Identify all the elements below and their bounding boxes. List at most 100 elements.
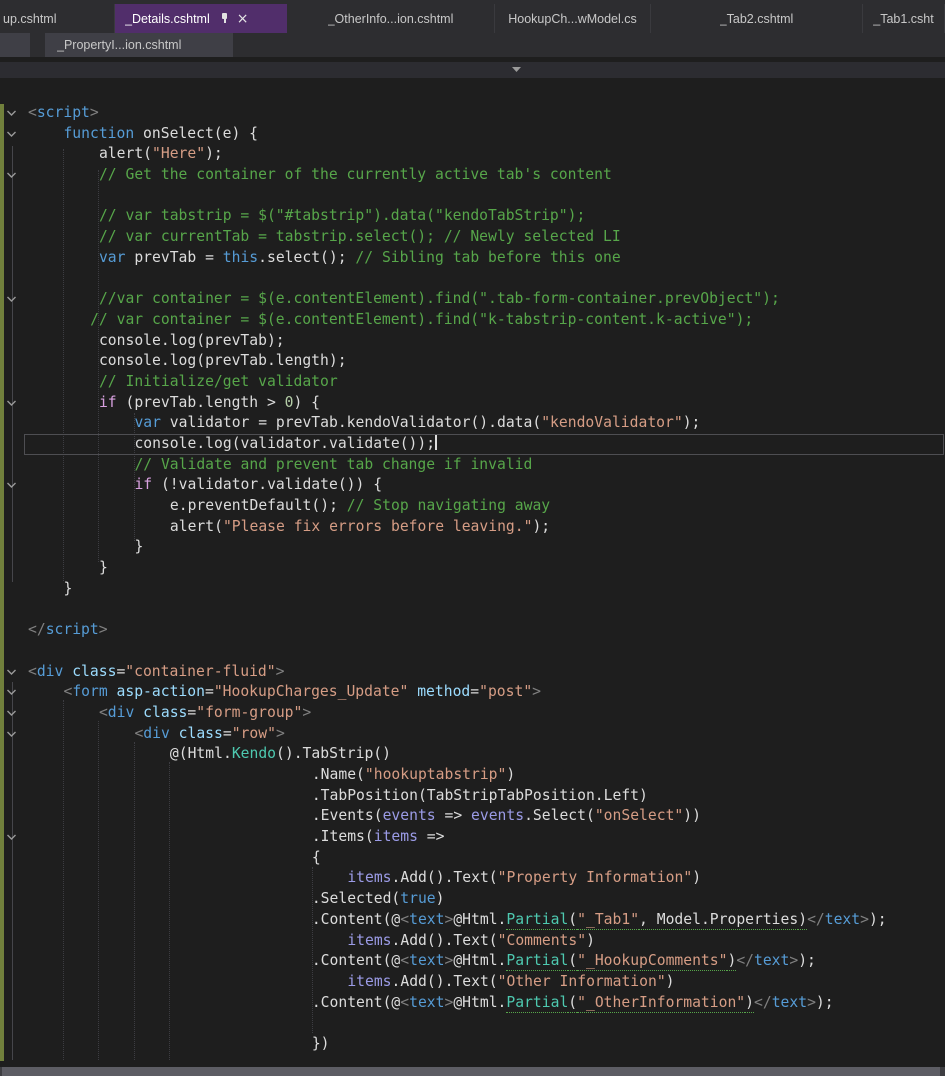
- code-token: >: [532, 683, 542, 701]
- code-token: items: [373, 828, 418, 846]
- code-line[interactable]: // var currentTab = tabstrip.select(); /…: [0, 227, 945, 248]
- code-line[interactable]: <script>: [0, 103, 945, 124]
- code-token: }): [311, 1034, 330, 1052]
- code-line[interactable]: console.log(prevTab);: [0, 331, 945, 352]
- code-line[interactable]: //var container = $(e.contentElement).fi…: [0, 289, 945, 310]
- code-line[interactable]: .Events(events => events.Select("onSelec…: [0, 806, 945, 827]
- pin-icon[interactable]: [219, 12, 230, 25]
- code-line[interactable]: @(Html.Kendo().TabStrip(): [0, 744, 945, 765]
- code-line[interactable]: items.Add().Text("Comments"): [0, 931, 945, 952]
- code-line[interactable]: if (prevTab.length > 0) {: [0, 393, 945, 414]
- doc-tab-up-cshtml[interactable]: up.cshtml: [0, 4, 115, 33]
- tab-label: _Tab2.cshtml: [719, 11, 794, 26]
- code-line[interactable]: .Name("hookuptabstrip"): [0, 765, 945, 786]
- code-token: </: [736, 952, 754, 970]
- code-line[interactable]: .Content(@<text>@Html.Partial("_OtherInf…: [0, 993, 945, 1014]
- code-line[interactable]: var prevTab = this.select(); // Sibling …: [0, 248, 945, 269]
- code-line[interactable]: items.Add().Text("Other Information"): [0, 972, 945, 993]
- code-token: // var container = $(e.contentElement).f…: [90, 310, 754, 328]
- doc-tab-tab1-csht[interactable]: _Tab1.csht: [863, 4, 945, 33]
- fold-chevron-icon[interactable]: [6, 731, 18, 739]
- code-token: var: [134, 414, 161, 432]
- fold-chevron-icon[interactable]: [6, 131, 18, 139]
- clipped-tab-stub[interactable]: [0, 33, 30, 57]
- tab-row-secondary: _PropertyI...ion.cshtml: [0, 33, 945, 57]
- code-line[interactable]: .Content(@<text>@Html.Partial("_HookupCo…: [0, 951, 945, 972]
- fold-chevron-icon[interactable]: [6, 400, 18, 408]
- code-line[interactable]: // Get the container of the currently ac…: [0, 165, 945, 186]
- code-token: console.log(validator.validate());: [134, 435, 436, 452]
- code-editor[interactable]: <script> function onSelect(e) {alert("Her…: [0, 78, 945, 1055]
- code-line[interactable]: console.log(prevTab.length);: [0, 351, 945, 372]
- fold-chevron-icon[interactable]: [6, 296, 18, 304]
- code-line[interactable]: <div class="row">: [0, 724, 945, 745]
- chevron-down-icon[interactable]: [512, 67, 521, 72]
- code-line[interactable]: [0, 269, 945, 290]
- code-token: text: [409, 952, 445, 970]
- code-token: ) {: [293, 393, 321, 411]
- code-line[interactable]: [0, 186, 945, 207]
- code-line[interactable]: {: [0, 848, 945, 869]
- code-line[interactable]: .Items(items =>: [0, 827, 945, 848]
- code-token: "_HookupComments": [577, 952, 728, 972]
- code-line[interactable]: }): [0, 1034, 945, 1055]
- code-token: <: [400, 910, 410, 928]
- fold-chevron-icon[interactable]: [6, 172, 18, 180]
- code-lines: <script> function onSelect(e) {alert("Her…: [0, 103, 945, 1055]
- code-line[interactable]: items.Add().Text("Property Information"): [0, 868, 945, 889]
- code-token: function: [63, 124, 135, 142]
- fold-chevron-icon[interactable]: [6, 669, 18, 677]
- code-token: form: [72, 683, 108, 701]
- code-line[interactable]: .Selected(true): [0, 889, 945, 910]
- code-line[interactable]: alert("Here");: [0, 144, 945, 165]
- doc-tab-otherinfo-ion-cshtml[interactable]: _OtherInfo...ion.cshtml: [287, 4, 495, 33]
- fold-chevron-icon[interactable]: [6, 689, 18, 697]
- code-line[interactable]: [0, 600, 945, 621]
- code-line[interactable]: [0, 641, 945, 662]
- code-line[interactable]: if (!validator.validate()) {: [0, 475, 945, 496]
- code-token: "kendoValidator": [541, 414, 683, 432]
- code-line[interactable]: }: [0, 558, 945, 579]
- fold-chevron-icon[interactable]: [6, 710, 18, 718]
- code-line[interactable]: .Content(@<text>@Html.Partial("_Tab1", M…: [0, 910, 945, 931]
- code-token: .Events(: [311, 807, 383, 825]
- code-line[interactable]: // var tabstrip = $("#tabstrip").data("k…: [0, 206, 945, 227]
- code-line[interactable]: function onSelect(e) {: [0, 124, 945, 145]
- code-token: "hookuptabstrip": [364, 766, 507, 783]
- code-token: method: [417, 683, 471, 701]
- doc-tab-hookupch-wmodel-cs[interactable]: HookupCh...wModel.cs: [495, 4, 651, 33]
- text-caret: [435, 435, 438, 450]
- code-token: "row": [231, 724, 276, 742]
- doc-tab-details-cshtml[interactable]: _Details.cshtml ×: [115, 4, 287, 33]
- horizontal-scrollbar[interactable]: [0, 1067, 945, 1076]
- fold-chevron-icon[interactable]: [6, 834, 18, 842]
- code-line[interactable]: <div class="container-fluid">: [0, 662, 945, 683]
- code-line[interactable]: <form asp-action="HookupCharges_Update" …: [0, 682, 945, 703]
- doc-tab-tab2-cshtml[interactable]: _Tab2.cshtml: [651, 4, 863, 33]
- code-line[interactable]: console.log(validator.validate());: [0, 434, 945, 455]
- code-line[interactable]: }: [0, 579, 945, 600]
- code-line[interactable]: <div class="form-group">: [0, 703, 945, 724]
- close-icon[interactable]: ×: [237, 12, 249, 26]
- code-line[interactable]: e.preventDefault(); // Stop navigating a…: [0, 496, 945, 517]
- horizontal-scrollbar-thumb[interactable]: [2, 1067, 940, 1076]
- code-line[interactable]: .TabPosition(TabStripTabPosition.Left): [0, 786, 945, 807]
- code-line[interactable]: }: [0, 537, 945, 558]
- code-token: // var tabstrip = $("#tabstrip").data("k…: [98, 207, 586, 225]
- code-line[interactable]: alert("Please fix errors before leaving.…: [0, 517, 945, 538]
- code-token: script: [45, 621, 99, 639]
- code-token: {: [311, 848, 321, 866]
- code-line[interactable]: // Validate and prevent tab change if in…: [0, 455, 945, 476]
- code-token: alert(: [98, 145, 153, 163]
- fold-chevron-icon[interactable]: [6, 482, 18, 490]
- doc-tab-propertyi-ion-cshtml[interactable]: _PropertyI...ion.cshtml: [45, 33, 233, 57]
- code-line[interactable]: [0, 1013, 945, 1034]
- code-line[interactable]: // var container = $(e.contentElement).f…: [0, 310, 945, 331]
- code-token: console.log(prevTab);: [98, 331, 285, 349]
- code-line[interactable]: var validator = prevTab.kendoValidator()…: [0, 413, 945, 434]
- code-token: ): [745, 993, 754, 1013]
- fold-chevron-icon[interactable]: [6, 110, 18, 118]
- code-line[interactable]: // Initialize/get validator: [0, 372, 945, 393]
- code-line[interactable]: </script>: [0, 620, 945, 641]
